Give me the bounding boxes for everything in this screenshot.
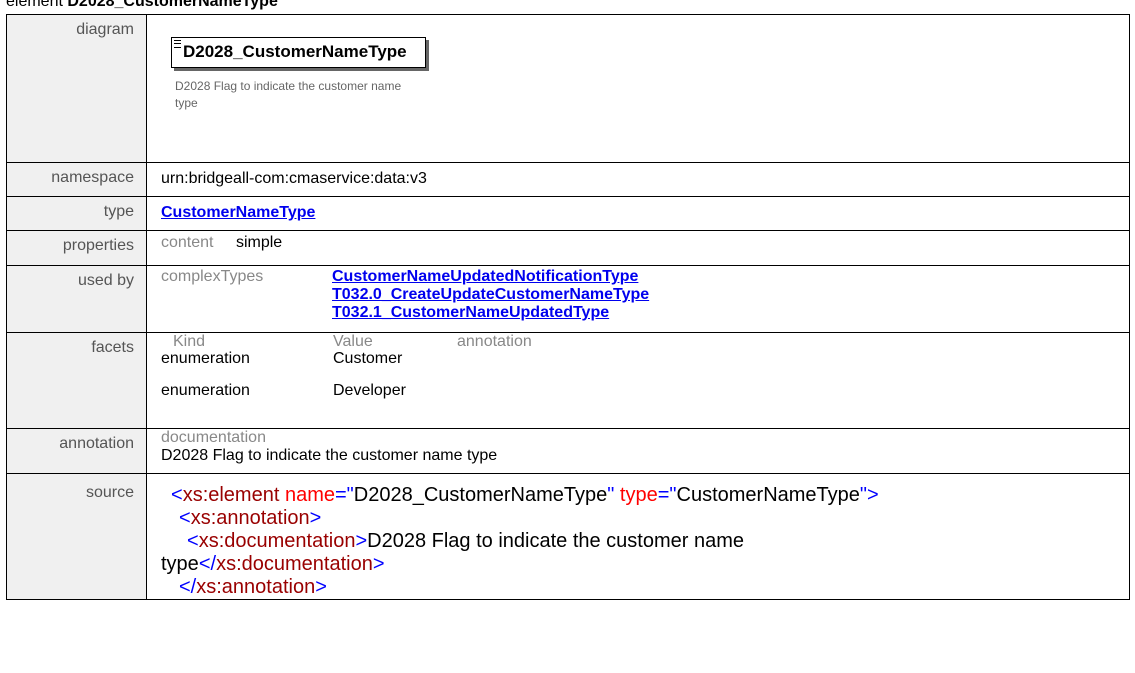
element-doc-table: diagram D2028_CustomerNameType D2028 Fla… [6, 14, 1130, 600]
heading-name: D2028_CustomerNameType [67, 0, 278, 10]
label-source: source [6, 473, 147, 600]
row-facets: facets Kind Value annotation enumeration… [6, 332, 1130, 429]
used-by-category: complexTypes [161, 268, 264, 285]
label-diagram: diagram [6, 14, 147, 163]
source-line: <xs:documentation>D2028 Flag to indicate… [187, 530, 745, 552]
annotation-cell: documentation D2028 Flag to indicate the… [146, 428, 1130, 474]
used-by-cell: complexTypes CustomerNameUpdatedNotifica… [146, 265, 1130, 333]
properties-cell: content simple [146, 230, 1130, 266]
row-annotation: annotation documentation D2028 Flag to i… [6, 428, 1130, 474]
label-properties: properties [6, 230, 147, 266]
element-heading: element D2028_CustomerNameType [6, 0, 278, 11]
row-diagram: diagram D2028_CustomerNameType D2028 Fla… [6, 14, 1130, 163]
diagram-doc-text: D2028 Flag to indicate the customer name… [175, 79, 402, 110]
facets-header-kind: Kind [173, 333, 206, 350]
namespace-value: urn:bridgeall-com:cmaservice:data:v3 [146, 162, 1130, 197]
diagram-element-box[interactable]: D2028_CustomerNameType [171, 37, 426, 68]
source-line: <xs:element name="D2028_CustomerNameType… [171, 484, 879, 506]
used-by-links: CustomerNameUpdatedNotificationType T032… [332, 268, 649, 322]
facets-cell: Kind Value annotation enumeration Custom… [146, 332, 1130, 429]
row-properties: properties content simple [6, 230, 1130, 266]
label-namespace: namespace [6, 162, 147, 197]
annotation-value: D2028 Flag to indicate the customer name… [161, 447, 498, 464]
facet-row: enumeration Customer [161, 350, 532, 382]
facets-header-annotation: annotation [457, 333, 532, 350]
row-source: source <xs:element name="D2028_CustomerN… [6, 473, 1130, 600]
facet-value: Customer [333, 350, 403, 367]
label-type: type [6, 196, 147, 231]
row-used-by: used by complexTypes CustomerNameUpdated… [6, 265, 1130, 333]
row-type: type CustomerNameType [6, 196, 1130, 231]
facet-row: enumeration Developer [161, 382, 532, 412]
properties-key: content [161, 234, 214, 251]
source-line: </xs:annotation> [179, 576, 327, 598]
row-namespace: namespace urn:bridgeall-com:cmaservice:d… [6, 162, 1130, 197]
facets-table: Kind Value annotation enumeration Custom… [161, 333, 532, 412]
label-facets: facets [6, 332, 147, 429]
properties-value: simple [235, 234, 283, 251]
type-link[interactable]: CustomerNameType [161, 204, 315, 221]
source-line: <xs:annotation> [179, 507, 322, 529]
annotation-key: documentation [161, 429, 266, 446]
used-by-link[interactable]: T032.0_CreateUpdateCustomerNameType [332, 286, 649, 303]
used-by-link[interactable]: CustomerNameUpdatedNotificationType [332, 268, 638, 285]
label-used-by: used by [6, 265, 147, 333]
facet-value: Developer [333, 382, 406, 399]
used-by-link[interactable]: T032.1_CustomerNameUpdatedType [332, 304, 609, 321]
facet-kind: enumeration [161, 382, 250, 399]
source-line: type</xs:documentation> [161, 553, 385, 575]
heading-prefix: element [6, 0, 63, 10]
source-code: <xs:element name="D2028_CustomerNameType… [146, 473, 1130, 600]
facets-header-value: Value [333, 333, 373, 350]
type-cell: CustomerNameType [146, 196, 1130, 231]
label-annotation: annotation [6, 428, 147, 474]
diagram-cell: D2028_CustomerNameType D2028 Flag to ind… [146, 14, 1130, 163]
diagram-box-title: D2028_CustomerNameType [183, 42, 407, 61]
element-lines-icon [174, 40, 181, 48]
facet-kind: enumeration [161, 350, 250, 367]
